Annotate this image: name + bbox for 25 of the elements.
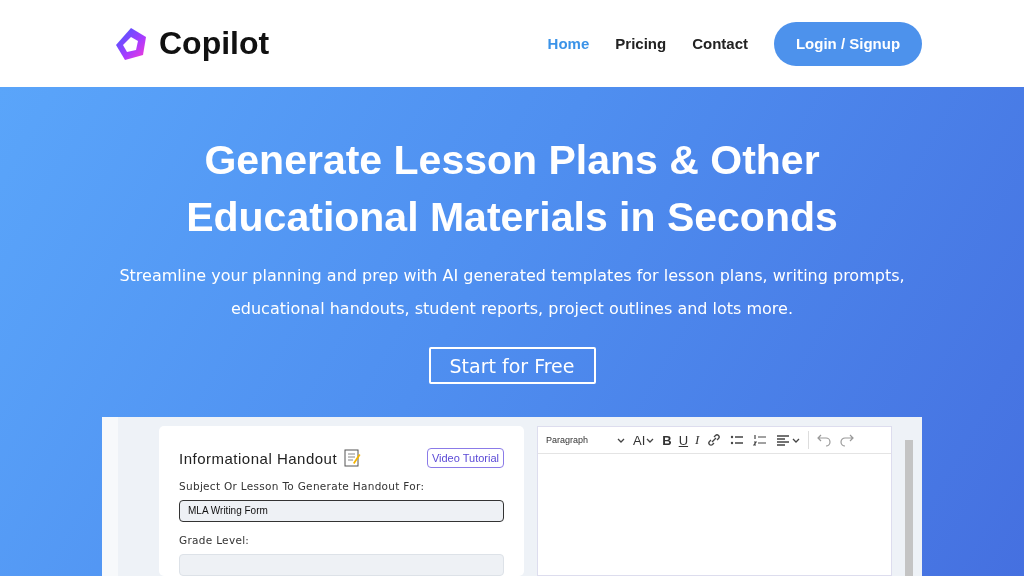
input-field[interactable] [179,554,504,576]
paragraph-dropdown[interactable]: Paragraph [546,435,626,445]
bold-button[interactable]: B [662,432,672,448]
underline-button[interactable]: U [678,432,689,448]
form-title: Informational Handout [179,449,338,467]
numbers-icon[interactable] [752,432,769,448]
undo-icon[interactable] [816,432,833,448]
ai-menu-button[interactable]: AI [633,432,656,448]
text-editor[interactable]: Paragraph AI B U I [537,426,892,576]
video-tutorial-button[interactable]: Video Tutorial [426,448,504,468]
hero-title: Generate Lesson Plans & Other Educational Materials in Seconds [186,136,838,242]
logo-icon [113,25,149,62]
field-label: Subject Or Lesson To Generate Handout For: [179,480,426,492]
scrollbar[interactable] [905,440,913,576]
field-label: Grade Level: [179,534,251,546]
italic-button[interactable]: I [695,432,700,448]
nav-link[interactable]: Contact [692,35,748,52]
memo-icon [343,449,362,467]
nav-link[interactable]: Pricing [615,35,667,52]
hero-subtitle: Streamline your planning and prep with AI generated templates for lesson plans, writing prompts, educational handouts, student reports, project outlines and lots more. [118,265,906,320]
align-icon[interactable] [775,432,802,448]
link-icon[interactable] [706,432,723,448]
redo-icon[interactable] [839,432,856,448]
input-field[interactable]: MLA Writing Form [179,500,504,522]
brand-name: Copilot [159,25,270,62]
